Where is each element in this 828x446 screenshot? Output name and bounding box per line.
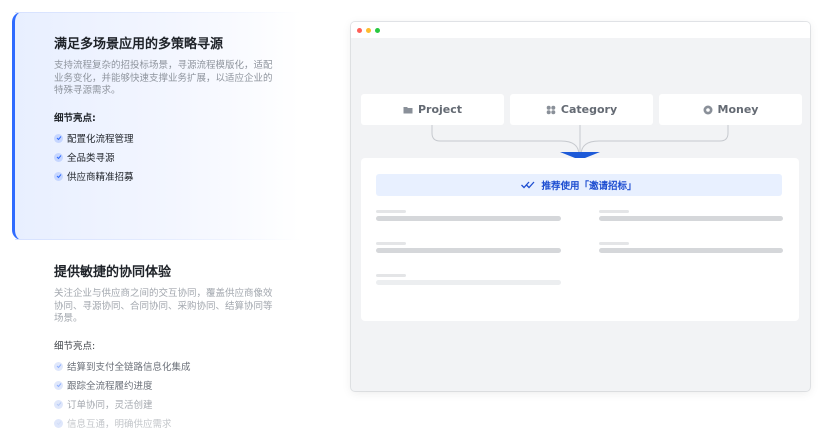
feature-description: 支持流程复杂的招投标场景，寻源流程模版化，适配业务变化，并能够快速支撑业务扩展，… <box>54 60 273 96</box>
check-icon <box>54 133 63 143</box>
chip-label: Project <box>417 103 463 116</box>
folder-icon <box>403 105 413 115</box>
flow-connector-lines <box>431 125 729 160</box>
feature-agile-collaboration[interactable]: 提供敏捷的协同体验 关注企业与供应商之间的交互协同，覆盖供应商像效协同、寻源协同… <box>54 264 274 433</box>
list-item: 跟踪全流程履约进度 <box>54 376 274 395</box>
list-item: 配置化流程管理 <box>54 129 274 148</box>
skeleton-line <box>599 248 783 253</box>
check-icon <box>54 399 63 409</box>
check-icon <box>54 361 63 371</box>
list-item: 信息互通，明确供应需求 <box>54 414 274 433</box>
check-icon <box>54 152 63 162</box>
minimize-dot-icon <box>366 27 371 33</box>
list-item-label: 供应商精准招募 <box>67 172 134 183</box>
skeleton-line <box>376 216 561 221</box>
list-item-label: 跟踪全流程履约进度 <box>67 381 153 392</box>
list-item-label: 配置化流程管理 <box>67 134 134 145</box>
criteria-chips: Project Category Money <box>361 94 802 125</box>
grid-icon <box>546 105 556 115</box>
chip-project[interactable]: Project <box>361 94 504 125</box>
check-icon <box>54 171 63 181</box>
chip-category[interactable]: Category <box>510 94 653 125</box>
close-dot-icon <box>357 27 362 33</box>
feature-title: 满足多场景应用的多策略寻源 <box>54 37 224 52</box>
list-item-label: 结算到支付全链路信息化集成 <box>67 362 191 373</box>
double-check-icon <box>521 181 535 189</box>
skeleton-line <box>599 242 629 245</box>
recommend-label: 推荐使用「邀请招标」 <box>541 181 637 192</box>
recommendation-panel: 推荐使用「邀请招标」 <box>361 158 799 321</box>
window-titlebar <box>351 22 810 38</box>
skeleton-line <box>599 216 783 221</box>
skeleton-line <box>376 242 406 245</box>
coin-icon <box>703 105 713 115</box>
list-item-label: 全品类寻源 <box>67 153 115 164</box>
mock-browser-window: Project Category Money 推荐使用「邀请招标」 <box>351 22 810 391</box>
chip-money[interactable]: Money <box>659 94 802 125</box>
chip-label: Category <box>560 103 618 116</box>
skeleton-line <box>376 210 406 213</box>
feature-detail-list: 结算到支付全链路信息化集成 跟踪全流程履约进度 订单协同，灵活创建 信息互通，明… <box>54 357 274 433</box>
skeleton-line <box>376 274 406 277</box>
check-icon <box>54 418 63 428</box>
recommend-banner[interactable]: 推荐使用「邀请招标」 <box>376 174 782 196</box>
feature-detail-label: 细节亮点: <box>54 340 96 352</box>
skeleton-line <box>376 248 561 253</box>
list-item-label: 订单协同，灵活创建 <box>67 400 153 411</box>
list-item: 结算到支付全链路信息化集成 <box>54 357 274 376</box>
skeleton-line <box>376 280 561 285</box>
feature-description: 关注企业与供应商之间的交互协同，覆盖供应商像效协同、寻源协同、合同协同、采购协同… <box>54 288 273 324</box>
feature-detail-label: 细节亮点: <box>54 112 96 124</box>
feature-multi-strategy-sourcing[interactable]: 满足多场景应用的多策略寻源 支持流程复杂的招投标场景，寻源流程模版化，适配业务变… <box>54 36 274 186</box>
list-item: 供应商精准招募 <box>54 167 274 186</box>
feature-detail-list: 配置化流程管理 全品类寻源 供应商精准招募 <box>54 129 274 186</box>
list-item-label: 信息互通，明确供应需求 <box>67 419 172 430</box>
check-icon <box>54 380 63 390</box>
list-item: 订单协同，灵活创建 <box>54 395 274 414</box>
chip-label: Money <box>717 103 759 116</box>
list-item: 全品类寻源 <box>54 148 274 167</box>
feature-title: 提供敏捷的协同体验 <box>54 265 172 280</box>
skeleton-line <box>599 210 629 213</box>
maximize-dot-icon <box>375 27 380 33</box>
